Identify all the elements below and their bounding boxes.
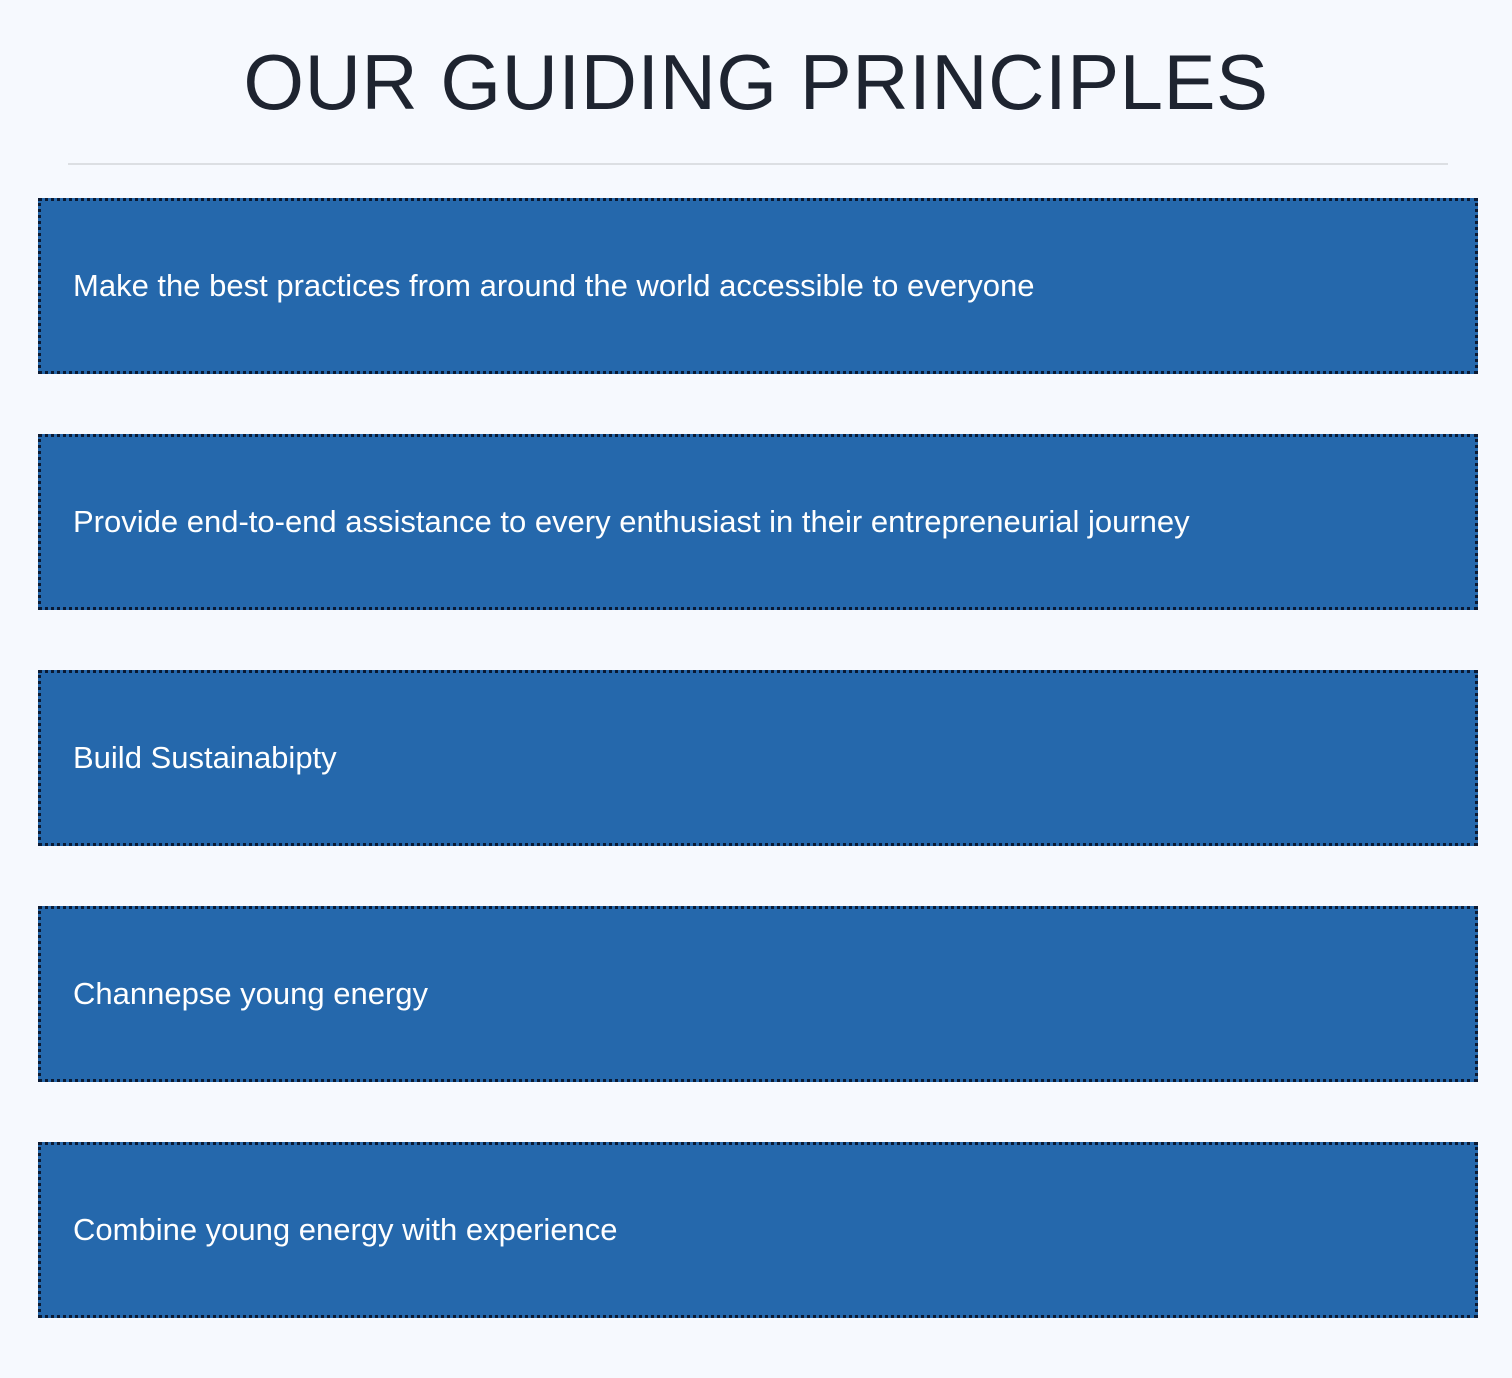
principle-text-3: Build Sustainabipty bbox=[73, 740, 337, 775]
principle-text-5: Combine young energy with experience bbox=[73, 1212, 618, 1247]
title-divider bbox=[68, 163, 1448, 165]
principle-card-2: Provide end-to-end assistance to every e… bbox=[38, 434, 1478, 610]
principle-card-4: Channepse young energy bbox=[38, 906, 1478, 1082]
principle-card-5: Combine young energy with experience bbox=[38, 1142, 1478, 1318]
principle-card-1: Make the best practices from around the … bbox=[38, 198, 1478, 374]
principle-card-3: Build Sustainabipty bbox=[38, 670, 1478, 846]
principle-text-2: Provide end-to-end assistance to every e… bbox=[73, 504, 1190, 539]
page-title: OUR GUIDING PRINCIPLES bbox=[243, 38, 1269, 126]
principles-list: Make the best practices from around the … bbox=[38, 198, 1478, 1378]
principle-text-1: Make the best practices from around the … bbox=[73, 268, 1035, 303]
principle-text-4: Channepse young energy bbox=[73, 976, 429, 1011]
